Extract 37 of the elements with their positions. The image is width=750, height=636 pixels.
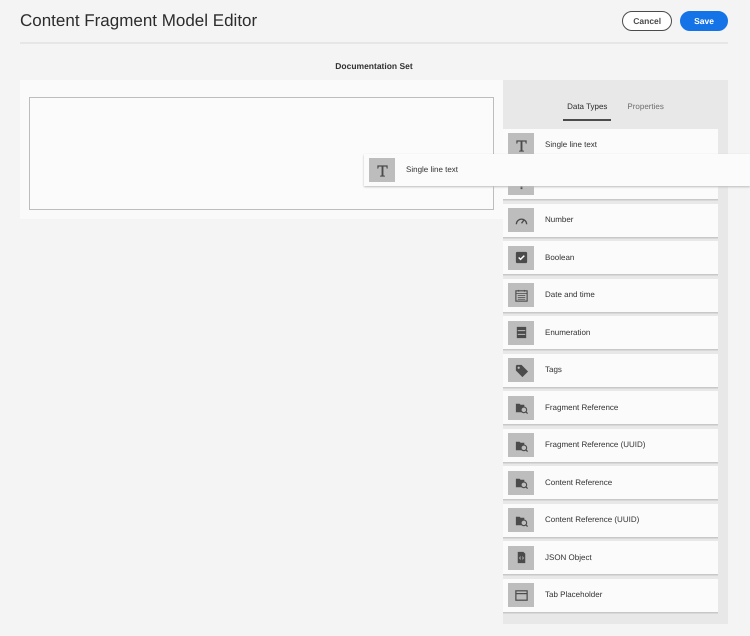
data-type-item[interactable]: JSON Object — [503, 541, 718, 574]
data-type-item[interactable]: Number — [503, 204, 718, 237]
data-type-label: Single line text — [545, 139, 598, 152]
save-button[interactable]: Save — [680, 11, 728, 31]
data-type-label: Tags — [545, 364, 562, 376]
data-type-label: JSON Object — [545, 552, 592, 564]
data-type-item[interactable]: Boolean — [503, 241, 718, 274]
data-type-item[interactable]: Content Reference — [503, 466, 718, 500]
model-title: Documentation Set — [334, 60, 414, 73]
calendar-icon — [514, 288, 528, 303]
data-type-label: Content Reference — [545, 476, 612, 489]
window-icon — [514, 588, 528, 603]
text-icon — [514, 138, 528, 153]
data-type-item[interactable]: Date and time — [503, 278, 718, 312]
data-type-item[interactable]: Content Reference (UUID) — [503, 504, 718, 537]
data-type-label: Enumeration — [545, 326, 590, 339]
data-type-label: Fragment Reference (UUID) — [545, 439, 646, 452]
cancel-button[interactable]: Cancel — [622, 11, 672, 31]
data-type-label: Tab Placeholder — [545, 589, 602, 602]
tab[interactable]: Data Types — [563, 100, 612, 121]
data-type-label: Fragment Reference — [545, 402, 618, 414]
data-type-item[interactable]: Fragment Reference (UUID) — [503, 428, 718, 462]
page-title: Content Fragment Model Editor — [20, 10, 258, 32]
data-type-label: Number — [545, 214, 574, 226]
tab[interactable]: Properties — [623, 100, 668, 121]
tag-icon — [514, 362, 528, 378]
text-icon — [374, 162, 390, 178]
drag-preview-tooltip[interactable]: Single line text — [364, 154, 750, 186]
data-type-item[interactable]: Fragment Reference — [503, 391, 718, 424]
data-type-item[interactable]: Tab Placeholder — [503, 578, 718, 612]
data-type-item[interactable]: Tags — [503, 354, 718, 387]
data-type-label: Boolean — [545, 252, 574, 264]
data-type-label: Content Reference (UUID) — [545, 514, 640, 526]
data-type-item[interactable]: Enumeration — [503, 316, 718, 350]
data-type-label: Single line text — [406, 164, 458, 176]
checkbox-icon — [514, 250, 528, 266]
data-type-label: Date and time — [545, 289, 595, 302]
